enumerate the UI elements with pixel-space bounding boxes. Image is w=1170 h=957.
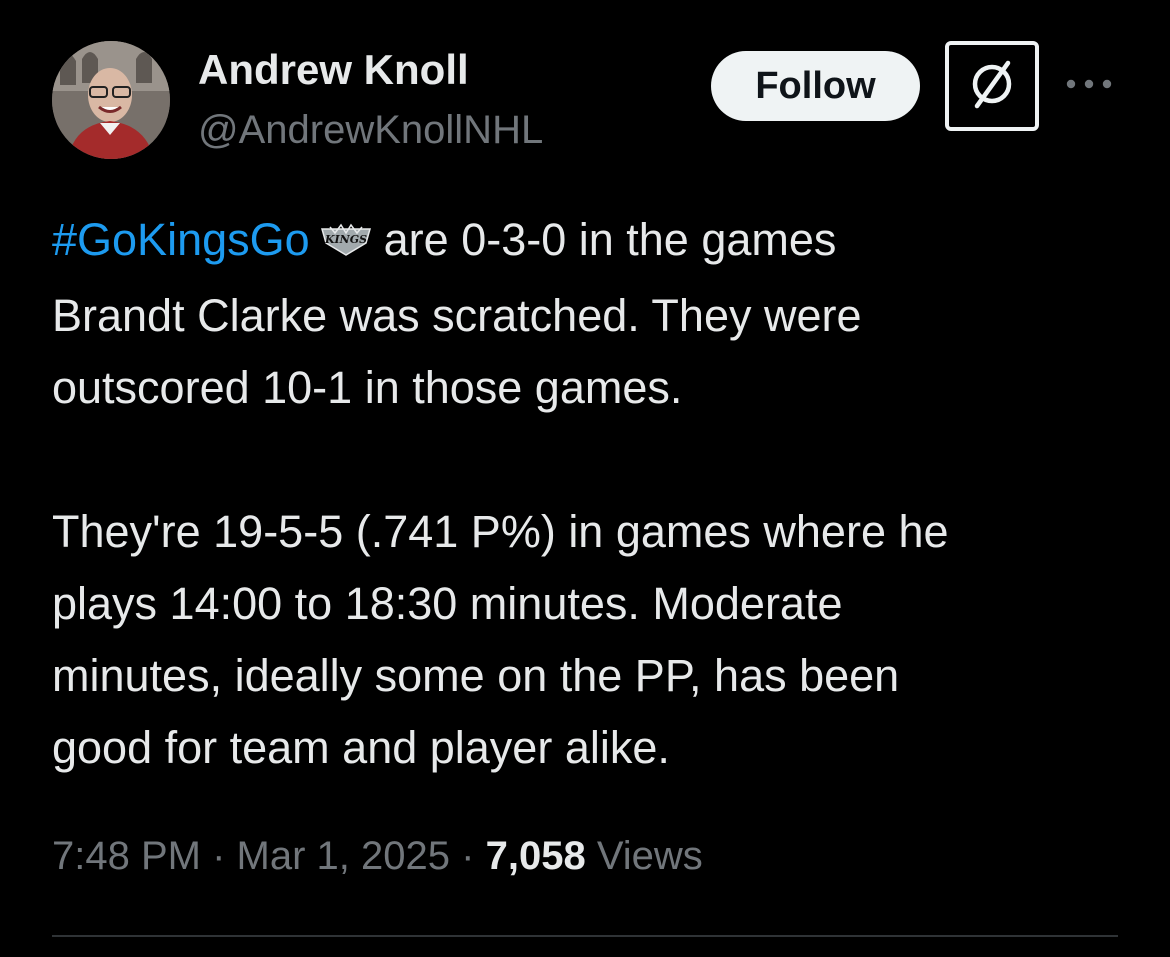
- author-handle[interactable]: @AndrewKnollNHL: [198, 104, 543, 156]
- grok-icon: [964, 56, 1020, 117]
- views-label: Views: [596, 834, 703, 878]
- tweet-time[interactable]: 7:48 PM: [52, 834, 201, 878]
- tweet-line-5: plays 14:00 to 18:30 minutes. Moderate: [52, 578, 843, 629]
- meta-separator: ·: [461, 834, 475, 878]
- views-count: 7,058: [485, 834, 586, 878]
- author-display-name[interactable]: Andrew Knoll: [198, 44, 469, 96]
- tweet-date[interactable]: Mar 1, 2025: [237, 834, 450, 878]
- tweet-text: #GoKingsGo KINGS are 0-3-0 in the games …: [52, 204, 1132, 784]
- tweet-line-2: Brandt Clarke was scratched. They were: [52, 290, 862, 341]
- tweet-line-4: They're 19-5-5 (.741 P%) in games where …: [52, 506, 949, 557]
- more-options-button[interactable]: [1064, 64, 1114, 108]
- tweet-line-3: outscored 10-1 in those games.: [52, 362, 683, 413]
- avatar[interactable]: [52, 41, 170, 159]
- more-horizontal-icon: [1065, 77, 1113, 95]
- hashtag-link[interactable]: #GoKingsGo: [52, 214, 310, 265]
- meta-separator: ·: [212, 834, 226, 878]
- grok-button[interactable]: [945, 41, 1039, 131]
- tweet-meta: 7:48 PM · Mar 1, 2025 · 7,058 Views: [52, 832, 703, 880]
- kings-logo-icon: KINGS: [316, 208, 376, 280]
- tweet-line-1-text: are 0-3-0 in the games: [383, 214, 837, 265]
- svg-text:KINGS: KINGS: [324, 233, 367, 246]
- tweet-line-1: #GoKingsGo KINGS are 0-3-0 in the games: [52, 204, 1132, 280]
- follow-button[interactable]: Follow: [711, 51, 920, 121]
- avatar-photo: [52, 41, 170, 159]
- tweet-line-6: minutes, ideally some on the PP, has bee…: [52, 650, 900, 701]
- tweet-line-7: good for team and player alike.: [52, 722, 670, 773]
- divider: [52, 935, 1118, 937]
